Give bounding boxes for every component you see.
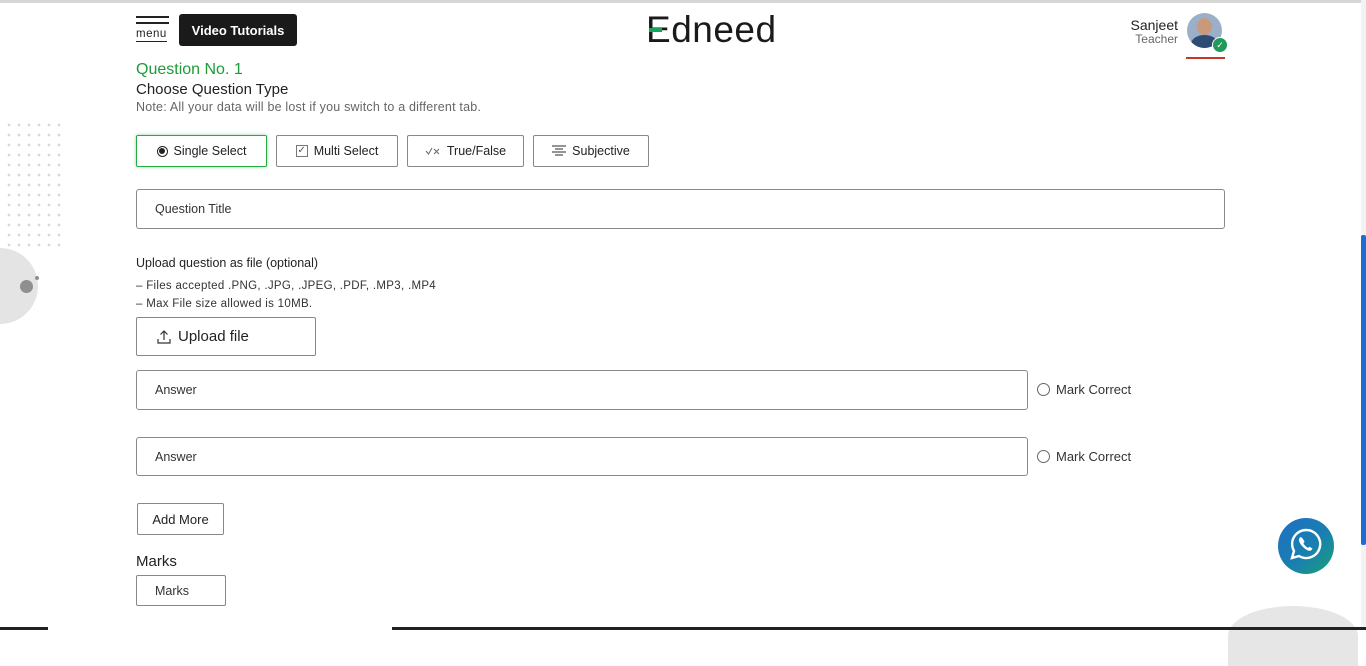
decorative-corner-shape [1228, 606, 1358, 666]
upload-file-button[interactable]: Upload file [136, 317, 316, 356]
marks-label: Marks [136, 553, 177, 570]
logo-text: dneed [671, 9, 777, 50]
mark-correct-radio[interactable]: Mark Correct [1037, 449, 1131, 464]
type-subjective-button[interactable]: Subjective [533, 135, 649, 167]
answer-placeholder: Answer [155, 383, 197, 397]
type-single-select-button[interactable]: Single Select [136, 135, 267, 167]
radio-filled-icon [156, 145, 168, 157]
hamburger-icon [136, 16, 169, 18]
upload-max-size: – Max File size allowed is 10MB. [136, 298, 313, 310]
decorative-small-dot [35, 276, 39, 280]
align-center-icon [552, 145, 567, 157]
decorative-dot-grid [4, 120, 64, 248]
mark-correct-label: Mark Correct [1056, 382, 1132, 397]
logo-e: E [646, 10, 671, 50]
true-false-icon [425, 146, 441, 156]
question-number: Question No. 1 [136, 61, 243, 78]
whatsapp-icon [1288, 526, 1324, 567]
upload-files-accepted: – Files accepted .PNG, .JPG, .JPEG, .PDF… [136, 280, 436, 292]
upload-icon [157, 329, 171, 344]
menu-button[interactable]: menu [136, 16, 170, 44]
checkbox-icon: ✓ [295, 145, 308, 157]
type-label: Subjective [572, 144, 630, 158]
type-true-false-button[interactable]: True/False [407, 135, 524, 167]
menu-label: menu [136, 28, 167, 42]
add-more-button[interactable]: Add More [137, 503, 224, 535]
upload-button-label: Upload file [178, 328, 249, 345]
hamburger-icon-bar [136, 22, 169, 24]
video-tutorials-button[interactable]: Video Tutorials [179, 14, 297, 46]
user-name[interactable]: Sanjeet [1131, 17, 1178, 33]
upload-title: Upload question as file (optional) [136, 256, 319, 270]
whatsapp-chat-button[interactable] [1278, 518, 1334, 574]
radio-icon [1037, 383, 1050, 396]
edneed-logo[interactable]: E dneed [646, 10, 777, 50]
user-role: Teacher [1135, 32, 1178, 46]
radio-icon [1037, 450, 1050, 463]
answer-placeholder: Answer [155, 449, 197, 464]
type-multi-select-button[interactable]: ✓ Multi Select [276, 135, 398, 167]
question-type-note: Note: All your data will be lost if you … [136, 100, 482, 114]
logo-accent-bar [649, 28, 662, 32]
verified-check-icon: ✓ [1212, 37, 1228, 53]
decorative-dot [20, 280, 33, 293]
top-border [0, 0, 1366, 3]
mark-correct-label: Mark Correct [1056, 449, 1132, 464]
marks-placeholder: Marks [155, 583, 190, 598]
avatar-underline [1186, 57, 1225, 59]
type-label: True/False [446, 144, 507, 158]
avatar-face [1197, 18, 1212, 35]
question-type-heading: Choose Question Type [136, 81, 289, 98]
mark-correct-radio[interactable]: Mark Correct [1037, 382, 1131, 397]
question-title-input[interactable]: Question Title [136, 189, 1225, 229]
question-title-placeholder: Question Title [155, 202, 232, 216]
answer-input[interactable]: Answer [136, 437, 1028, 476]
type-label: Multi Select [313, 144, 379, 158]
answer-input[interactable]: Answer [136, 370, 1028, 410]
marks-input[interactable]: Marks [136, 575, 226, 606]
scrollbar-thumb[interactable] [1361, 235, 1366, 545]
type-label: Single Select [173, 144, 247, 158]
